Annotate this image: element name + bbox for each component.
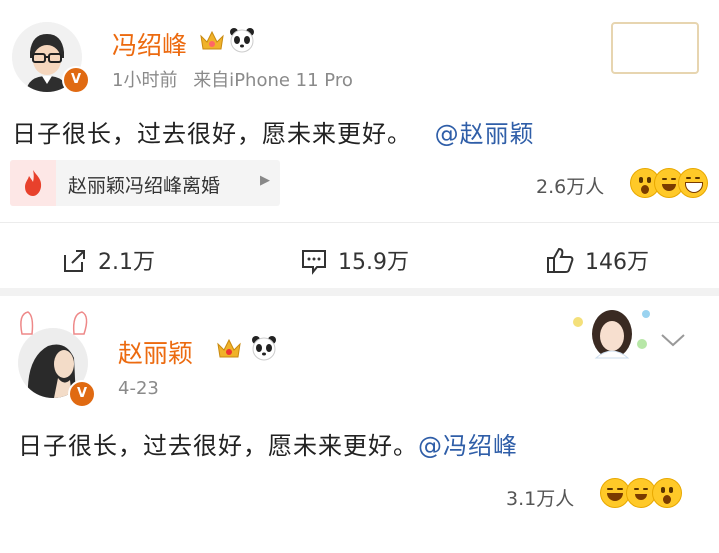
comment-count: 15.9万 (338, 250, 409, 275)
post-time: 4-23 (118, 378, 159, 399)
weibo-post-feng: V 冯绍峰 1小时前 来自iPhone 11 Pro 日子很长，过去很好，愿未来… (0, 0, 719, 288)
comment-icon (302, 250, 326, 275)
post-text: 日子很长，过去很好，愿未来更好。@冯绍峰 (18, 426, 518, 461)
crown-icon (198, 26, 226, 54)
divider (0, 222, 719, 223)
flame-icon (10, 160, 56, 206)
like-count: 146万 (585, 250, 649, 275)
repost-count: 2.1万 (98, 250, 155, 275)
reaction-count[interactable]: 2.6万人 (536, 172, 604, 199)
panda-icon (250, 334, 278, 362)
post-body: 日子很长，过去很好，愿未来更好。 (18, 432, 418, 460)
mention-link[interactable]: @赵丽颖 (435, 120, 535, 148)
mention-link[interactable]: @冯绍峰 (418, 432, 518, 460)
crown-icon (215, 334, 243, 362)
post-meta: 1小时前 来自iPhone 11 Pro (112, 66, 353, 92)
hot-topic-link[interactable]: 赵丽颖冯绍峰离婚 ▶ (10, 160, 280, 206)
like-button[interactable]: 146万 (545, 244, 675, 276)
grinning-emoji-icon (678, 168, 708, 198)
username[interactable]: 赵丽颖 (118, 334, 193, 370)
bunny-ears-decoration (20, 311, 88, 335)
verified-badge: V (62, 66, 90, 94)
reaction-emojis[interactable] (600, 478, 682, 508)
repost-button[interactable]: 2.1万 (60, 244, 170, 276)
reaction-count[interactable]: 3.1万人 (506, 484, 574, 511)
username[interactable]: 冯绍峰 (112, 26, 187, 62)
post-body: 日子很长，过去很好，愿未来更好。 (12, 120, 412, 148)
promo-badge[interactable] (611, 22, 699, 74)
caret-right-icon: ▶ (260, 173, 270, 188)
share-icon (64, 250, 85, 272)
verified-badge: V (68, 380, 96, 408)
topic-label: 赵丽颖冯绍峰离婚 (68, 175, 221, 197)
post-source: 来自iPhone 11 Pro (193, 70, 353, 91)
weibo-post-zhao: V 赵丽颖 4-23 日子很长，过去很好，愿未来更好。@冯绍峰 3.1万人 (0, 296, 719, 553)
chevron-down-icon[interactable] (660, 330, 686, 350)
panda-icon (228, 26, 256, 54)
comment-button[interactable]: 15.9万 (300, 244, 430, 276)
post-time: 1小时前 (112, 70, 178, 91)
post-text: 日子很长，过去很好，愿未来更好。 @赵丽颖 (12, 114, 535, 149)
sticker-decoration (573, 310, 650, 359)
thumbs-up-icon (547, 247, 574, 273)
surprised-emoji-icon (652, 478, 682, 508)
reaction-emojis[interactable] (630, 168, 710, 198)
